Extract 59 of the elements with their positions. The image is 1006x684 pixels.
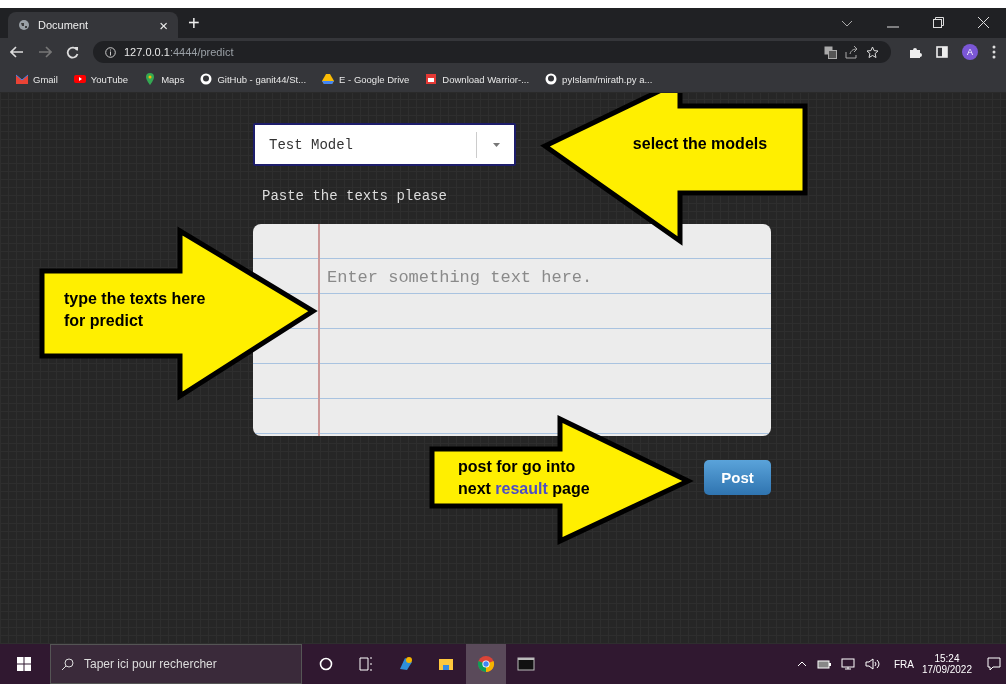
- bookmark[interactable]: pyIslam/mirath.py a...: [539, 73, 659, 85]
- puzzle-icon[interactable]: [909, 45, 922, 59]
- battery-icon[interactable]: [816, 659, 831, 669]
- app-icon: [357, 655, 375, 673]
- share-icon[interactable]: [845, 45, 858, 59]
- app-icon: [517, 655, 535, 673]
- bookmark-favicon-icon: [545, 73, 558, 85]
- bookmark-favicon-icon: [200, 73, 213, 85]
- forward-arrow-icon[interactable]: [38, 46, 52, 58]
- new-tab-button[interactable]: +: [188, 12, 200, 35]
- close-icon[interactable]: [978, 17, 989, 28]
- callout-text: type the texts here: [64, 289, 206, 309]
- callout-text: post for go into: [458, 457, 577, 477]
- bookmark[interactable]: Download Warrior-...: [419, 73, 536, 85]
- bookmark-favicon-icon: [322, 73, 335, 85]
- post-button[interactable]: Post: [704, 460, 771, 495]
- restore-icon[interactable]: [933, 17, 944, 28]
- bookmark-favicon-icon: [73, 73, 86, 85]
- star-icon[interactable]: [866, 45, 879, 59]
- chevron-up-icon[interactable]: [796, 661, 807, 667]
- info-icon: [105, 46, 116, 58]
- app-icon: [317, 655, 335, 673]
- language-indicator[interactable]: FRA: [893, 658, 914, 670]
- back-arrow-icon[interactable]: [10, 46, 24, 58]
- notification-icon[interactable]: [987, 657, 1001, 671]
- clock[interactable]: 15:24 17/09/2022: [921, 653, 972, 675]
- bookmark[interactable]: Gmail: [10, 73, 64, 85]
- monitor-icon[interactable]: [840, 658, 855, 670]
- bookmark-favicon-icon: [16, 73, 28, 85]
- bookmark[interactable]: GitHub - ganit44/St...: [194, 73, 313, 85]
- bookmark[interactable]: E - Google Drive: [316, 73, 416, 85]
- address-bar[interactable]: 127.0.0.1:4444/predict: [93, 41, 891, 63]
- windows-logo-icon[interactable]: [17, 657, 31, 671]
- globe-icon: [18, 19, 30, 31]
- sidebar-icon[interactable]: [936, 46, 948, 58]
- app-icon: [477, 655, 495, 673]
- url-text: 127.0.0.1:4444/predict: [124, 46, 234, 58]
- model-select[interactable]: Test Model: [253, 123, 516, 166]
- bookmark[interactable]: YouTube: [67, 73, 135, 85]
- profile-avatar[interactable]: A: [962, 44, 978, 60]
- taskbar-search-field[interactable]: Taper ici pour rechercher: [50, 644, 302, 684]
- bookmark-favicon-icon: [425, 73, 438, 85]
- chevron-down-icon[interactable]: [841, 20, 853, 28]
- text-input-area[interactable]: Enter something text here.: [253, 224, 771, 436]
- callout-text: for predict: [64, 311, 145, 331]
- bookmark[interactable]: Maps: [138, 73, 191, 85]
- search-icon: [61, 657, 74, 671]
- app-icon: [397, 655, 415, 673]
- close-tab-button[interactable]: ×: [159, 16, 168, 34]
- translate-icon[interactable]: [824, 45, 837, 59]
- reload-icon[interactable]: [66, 45, 79, 59]
- bookmark-favicon-icon: [144, 73, 157, 85]
- callout-text: select the models: [631, 134, 769, 154]
- prompt-label: Paste the texts please: [262, 188, 448, 204]
- browser-tab[interactable]: Document ×: [8, 12, 178, 38]
- callout-text: next resault page: [458, 479, 590, 499]
- caret-down-icon: [493, 142, 500, 147]
- kebab-menu-icon[interactable]: [992, 45, 996, 59]
- speaker-icon[interactable]: [864, 658, 881, 670]
